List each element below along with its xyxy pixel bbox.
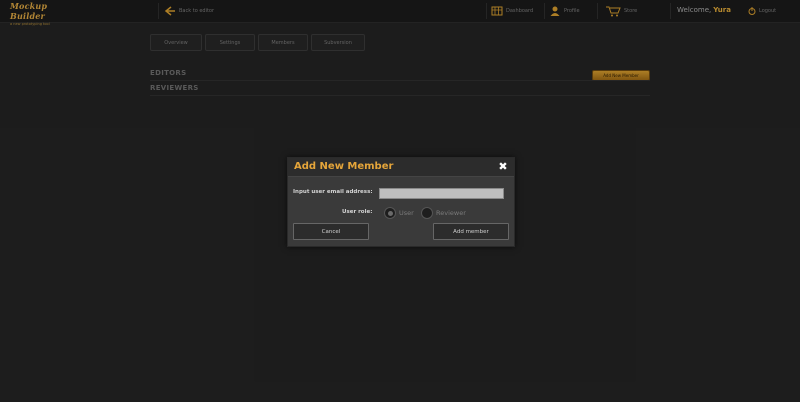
email-field[interactable]	[379, 188, 504, 199]
close-icon[interactable]: ✖	[497, 161, 509, 173]
email-label: Input user email address:	[293, 189, 373, 195]
cancel-button[interactable]: Cancel	[293, 223, 369, 240]
role-user-radio[interactable]: User	[384, 207, 414, 219]
role-reviewer-label: Reviewer	[436, 209, 466, 217]
dialog-header: Add New Member ✖	[288, 158, 514, 177]
add-member-button[interactable]: Add member	[433, 223, 509, 240]
radio-button[interactable]	[421, 207, 433, 219]
radio-button[interactable]	[384, 207, 396, 219]
role-user-label: User	[399, 209, 414, 217]
role-label: User role:	[342, 209, 373, 215]
page: Mockup Builder a new prototyping tool Ba…	[0, 0, 800, 402]
role-reviewer-radio[interactable]: Reviewer	[421, 207, 466, 219]
dialog-title: Add New Member	[294, 161, 394, 172]
add-member-dialog: Add New Member ✖ Input user email addres…	[287, 157, 515, 247]
